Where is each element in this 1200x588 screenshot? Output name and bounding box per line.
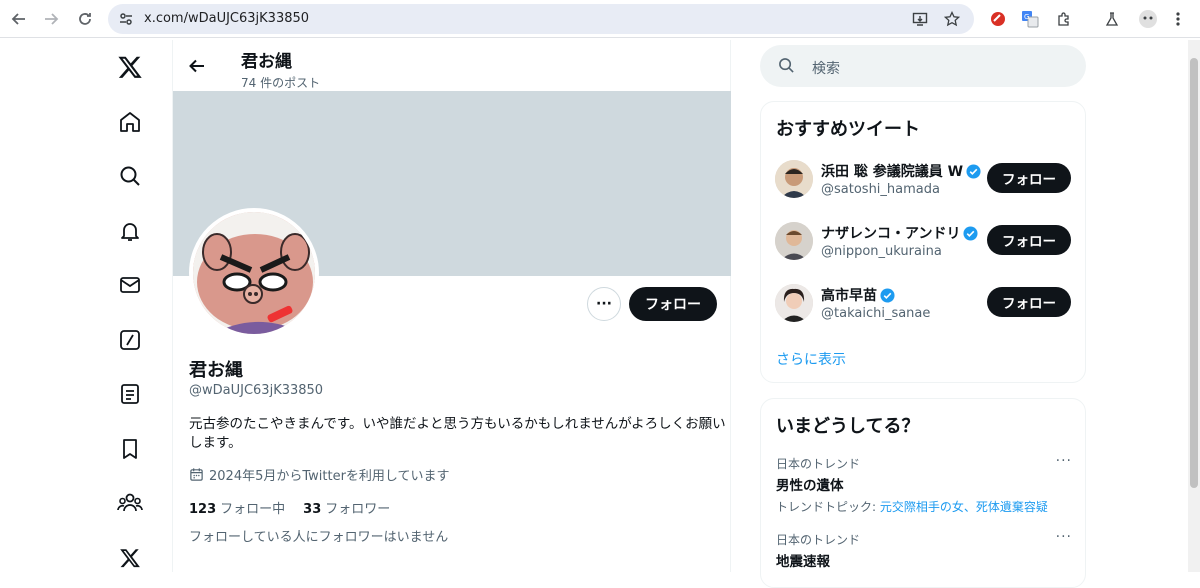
recommendation-handle: @nippon_ukuraina bbox=[821, 244, 942, 259]
recommendations-card: おすすめツイート 浜田 聡 参議院議員 W @satoshi_hamada フォ… bbox=[760, 101, 1086, 383]
follow-button[interactable]: フォロー bbox=[987, 225, 1071, 255]
reload-icon[interactable] bbox=[74, 8, 96, 30]
profile-avatar[interactable] bbox=[189, 208, 319, 338]
follow-button[interactable]: フォロー bbox=[629, 287, 717, 321]
bookmarks-icon[interactable] bbox=[115, 434, 145, 464]
verified-badge-icon bbox=[966, 163, 981, 179]
site-settings-icon[interactable] bbox=[118, 11, 134, 27]
scrollbar-thumb[interactable] bbox=[1190, 58, 1198, 488]
install-app-icon[interactable] bbox=[912, 11, 928, 27]
trends-title: いまどうしてる？ bbox=[776, 416, 920, 437]
communities-icon[interactable] bbox=[115, 488, 145, 518]
recommendation-item[interactable]: 浜田 聡 参議院議員 W @satoshi_hamada フォロー bbox=[761, 160, 1085, 218]
calendar-icon bbox=[189, 467, 204, 482]
search-input[interactable]: 検索 bbox=[760, 45, 1086, 87]
following-link[interactable]: 123 フォロー中 bbox=[189, 498, 285, 517]
profile-bio: 元古参のたこやきまんです。いや誰だよと思う方もいるかもしれませんがよろしくお願い… bbox=[189, 416, 726, 451]
notifications-bell-icon[interactable] bbox=[115, 216, 145, 246]
bookmark-star-icon[interactable] bbox=[944, 11, 960, 27]
recommendation-name: 高市早苗 bbox=[821, 285, 981, 305]
verified-badge-icon bbox=[880, 287, 895, 303]
x-logo-icon[interactable] bbox=[115, 52, 145, 82]
trend-item[interactable]: 日本のトレンド 地震速報 ··· bbox=[776, 529, 1072, 570]
trend-category: 日本のトレンド bbox=[776, 533, 861, 547]
home-icon[interactable] bbox=[115, 107, 145, 137]
back-arrow-icon[interactable] bbox=[8, 8, 30, 30]
recommendation-name: ナザレンコ・アンドリ bbox=[821, 223, 981, 243]
url-text: x.com/wDaUJC63jK33850 bbox=[144, 11, 310, 26]
lists-icon[interactable] bbox=[115, 379, 145, 409]
followers-link[interactable]: 33 フォロワー bbox=[303, 498, 390, 517]
search-icon bbox=[778, 57, 795, 74]
trend-item[interactable]: 日本のトレンド 男性の遺体 トレンドトピック: 元交際相手の女、死体遺棄容疑 ·… bbox=[776, 453, 1072, 515]
recommendation-item[interactable]: 高市早苗 @takaichi_sanae フォロー bbox=[761, 284, 1085, 342]
translate-icon[interactable]: G bbox=[1020, 9, 1040, 29]
recommendation-handle: @satoshi_hamada bbox=[821, 182, 940, 197]
trends-card: いまどうしてる？ 日本のトレンド 男性の遺体 トレンドトピック: 元交際相手の女… bbox=[760, 398, 1086, 588]
page-scrollbar[interactable] bbox=[1188, 40, 1200, 572]
follow-button[interactable]: フォロー bbox=[987, 163, 1071, 193]
recommendation-item[interactable]: ナザレンコ・アンドリ @nippon_ukuraina フォロー bbox=[761, 222, 1085, 280]
trend-name: 地震速報 bbox=[776, 554, 830, 570]
post-count: 74 件のポスト bbox=[241, 76, 321, 90]
more-options-icon[interactable]: ··· bbox=[1056, 453, 1072, 469]
avatar[interactable] bbox=[775, 284, 813, 322]
premium-x-icon[interactable] bbox=[115, 543, 145, 573]
avatar[interactable] bbox=[775, 160, 813, 198]
labs-flask-icon[interactable] bbox=[1102, 9, 1122, 29]
profile-name: 君お縄 bbox=[189, 360, 243, 381]
page-title: 君お縄 bbox=[241, 52, 292, 72]
joined-date: 2024年5月からTwitterを利用しています bbox=[189, 465, 450, 484]
extensions-puzzle-icon[interactable] bbox=[1054, 9, 1074, 29]
address-bar[interactable]: x.com/wDaUJC63jK33850 bbox=[108, 4, 974, 34]
explore-search-icon[interactable] bbox=[115, 161, 145, 191]
joined-text: 2024年5月からTwitterを利用しています bbox=[209, 469, 450, 484]
browser-toolbar: x.com/wDaUJC63jK33850 G bbox=[0, 0, 1200, 38]
recommendation-handle: @takaichi_sanae bbox=[821, 306, 931, 321]
more-options-button[interactable]: ··· bbox=[587, 287, 621, 321]
show-more-link[interactable]: さらに表示 bbox=[776, 349, 846, 369]
trend-topic-links[interactable]: 元交際相手の女、死体遺棄容疑 bbox=[880, 500, 1048, 514]
svg-text:G: G bbox=[1024, 13, 1029, 21]
follow-button[interactable]: フォロー bbox=[987, 287, 1071, 317]
follow-stats: 123 フォロー中 33 フォロワー bbox=[189, 498, 390, 517]
mutual-followers-note: フォローしている人にフォロワーはいません bbox=[189, 530, 449, 545]
search-placeholder: 検索 bbox=[812, 61, 840, 77]
recommendations-title: おすすめツイート bbox=[776, 119, 920, 140]
profile-handle: @wDaUJC63jK33850 bbox=[189, 383, 324, 398]
trend-name: 男性の遺体 bbox=[776, 478, 844, 494]
more-options-icon[interactable]: ··· bbox=[1056, 529, 1072, 545]
avatar[interactable] bbox=[775, 222, 813, 260]
messages-envelope-icon[interactable] bbox=[115, 270, 145, 300]
profile-column: 君お縄 74 件のポスト ··· フォロー 君お縄 @wDaUJC63jK338… bbox=[172, 40, 731, 572]
trend-topic: トレンドトピック: 元交際相手の女、死体遺棄容疑 bbox=[776, 500, 1048, 514]
grok-icon[interactable] bbox=[115, 325, 145, 355]
back-arrow-icon[interactable] bbox=[187, 56, 207, 76]
browser-menu-icon[interactable] bbox=[1168, 9, 1188, 29]
forward-arrow-icon[interactable] bbox=[40, 8, 62, 30]
profile-avatar-icon[interactable] bbox=[1138, 9, 1158, 29]
recommendation-name: 浜田 聡 参議院議員 W bbox=[821, 161, 981, 181]
verified-badge-icon bbox=[963, 225, 978, 241]
trend-category: 日本のトレンド bbox=[776, 457, 861, 471]
extension-red-icon[interactable] bbox=[988, 9, 1008, 29]
